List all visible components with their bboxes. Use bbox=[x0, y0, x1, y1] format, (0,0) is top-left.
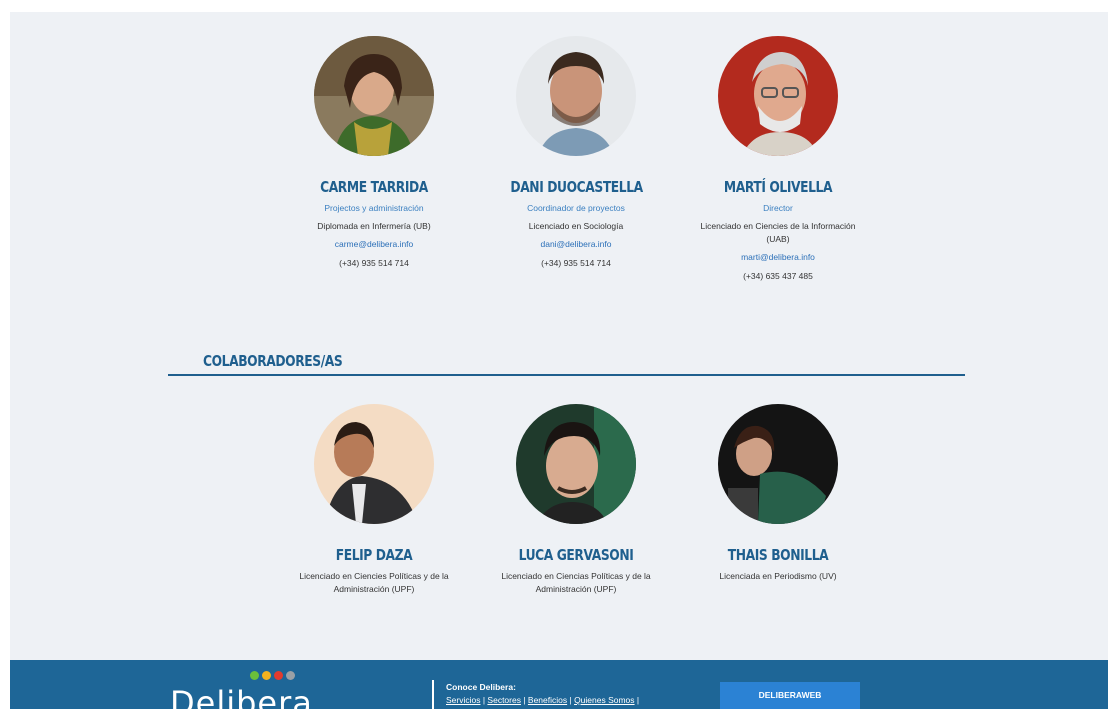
footer-links: Servicios | Sectores | Beneficios | Quie… bbox=[446, 695, 640, 705]
avatar bbox=[516, 404, 636, 524]
member-description: Licenciado en Ciencies de la Información… bbox=[700, 221, 856, 244]
team-member-carme: CARME TARRIDA Projectos y administración… bbox=[294, 36, 454, 269]
member-name: CARME TARRIDA bbox=[320, 178, 428, 196]
member-description: Licenciado en Ciencies Políticas y de la… bbox=[299, 571, 449, 594]
collaborator-luca: LUCA GERVASONI Licenciado en Ciencias Po… bbox=[496, 404, 656, 596]
footer-link-beneficios[interactable]: Beneficios bbox=[528, 695, 567, 705]
member-description: Licenciado en Ciencias Políticas y de la… bbox=[501, 571, 651, 594]
member-email-link[interactable]: dani@delibera.info bbox=[496, 238, 656, 250]
footer-link-servicios[interactable]: Servicios bbox=[446, 695, 480, 705]
member-phone: (+34) 635 437 485 bbox=[743, 271, 813, 281]
logo-dots-icon bbox=[250, 667, 298, 685]
member-name: MARTÍ OLIVELLA bbox=[723, 178, 833, 196]
member-description: Licenciada en Periodismo (UV) bbox=[719, 571, 837, 581]
footer-link-quienes-somos[interactable]: Quienes Somos bbox=[574, 695, 634, 705]
member-description: Licenciado en Sociología bbox=[528, 221, 624, 231]
avatar bbox=[314, 36, 434, 156]
member-role: Director bbox=[763, 203, 793, 213]
member-name: FELIP DAZA bbox=[335, 546, 413, 564]
team-member-marti: MARTÍ OLIVELLA Director Licenciado en Ci… bbox=[698, 36, 858, 282]
member-phone: (+34) 935 514 714 bbox=[339, 258, 409, 268]
collaborators-heading: COLABORADORES/AS bbox=[203, 352, 343, 370]
member-name: THAIS BONILLA bbox=[727, 546, 829, 564]
delibera-logo[interactable]: Delibera bbox=[170, 684, 313, 722]
section-divider bbox=[168, 374, 965, 376]
member-name: LUCA GERVASONI bbox=[518, 546, 634, 564]
collaborator-thais: THAIS BONILLA Licenciada en Periodismo (… bbox=[698, 404, 858, 583]
avatar bbox=[516, 36, 636, 156]
deliberaweb-button[interactable]: DELIBERAWEB bbox=[720, 682, 860, 709]
avatar bbox=[718, 404, 838, 524]
member-email-link[interactable]: carme@delibera.info bbox=[294, 238, 454, 250]
footer-divider bbox=[432, 680, 434, 709]
footer-link-sectores[interactable]: Sectores bbox=[487, 695, 521, 705]
avatar bbox=[314, 404, 434, 524]
member-email-link[interactable]: marti@delibera.info bbox=[698, 251, 858, 263]
footer: Delibera Conoce Delibera: Servicios | Se… bbox=[10, 660, 1108, 722]
member-name: DANI DUOCASTELLA bbox=[510, 178, 643, 196]
team-member-dani: DANI DUOCASTELLA Coordinador de proyecto… bbox=[496, 36, 656, 269]
member-role: Projectos y administración bbox=[324, 203, 424, 213]
member-phone: (+34) 935 514 714 bbox=[541, 258, 611, 268]
collaborator-felip: FELIP DAZA Licenciado en Ciencies Políti… bbox=[294, 404, 454, 596]
avatar bbox=[718, 36, 838, 156]
member-description: Diplomada en Infermería (UB) bbox=[317, 221, 431, 231]
footer-conoce-title: Conoce Delibera: bbox=[446, 682, 516, 692]
member-role: Coordinador de proyectos bbox=[527, 203, 625, 213]
page-content: CARME TARRIDA Projectos y administración… bbox=[10, 12, 1108, 722]
